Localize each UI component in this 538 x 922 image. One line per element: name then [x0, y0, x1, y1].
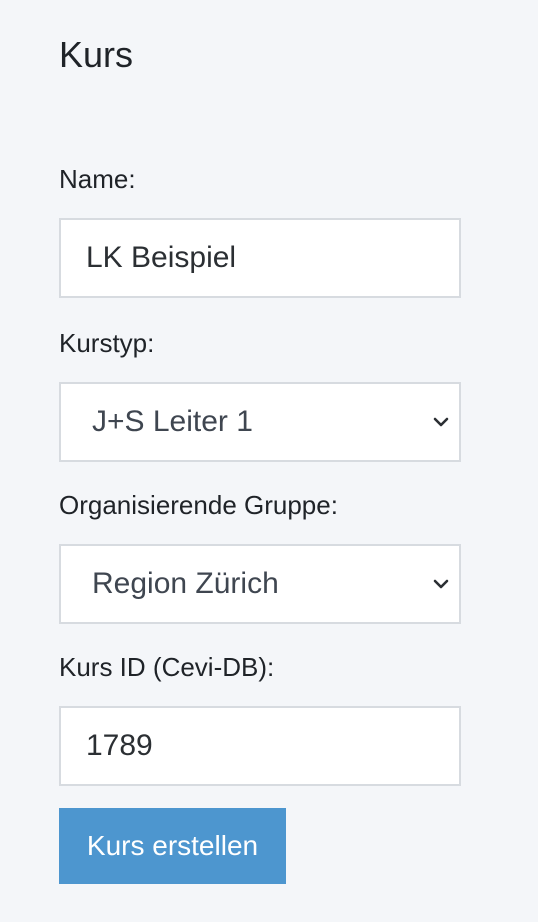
gruppe-select[interactable]: Region Zürich [59, 544, 461, 624]
name-field[interactable] [59, 218, 461, 298]
gruppe-selected-value: Region Zürich [92, 567, 279, 600]
course-form-panel: Kurs Name: Kurstyp: J+S Leiter 1 Organis… [0, 0, 538, 922]
page-title: Kurs [59, 34, 134, 75]
name-label: Name: [59, 164, 136, 194]
kurstyp-label: Kurstyp: [59, 328, 155, 358]
gruppe-label: Organisierende Gruppe: [59, 490, 338, 520]
kurs-id-field[interactable] [59, 706, 461, 786]
kurs-id-label: Kurs ID (Cevi-DB): [59, 652, 275, 682]
chevron-down-icon [433, 579, 449, 589]
chevron-down-icon [433, 417, 449, 427]
kurstyp-select[interactable]: J+S Leiter 1 [59, 382, 461, 462]
kurstyp-selected-value: J+S Leiter 1 [92, 405, 253, 438]
kurs-erstellen-button[interactable]: Kurs erstellen [59, 808, 286, 884]
